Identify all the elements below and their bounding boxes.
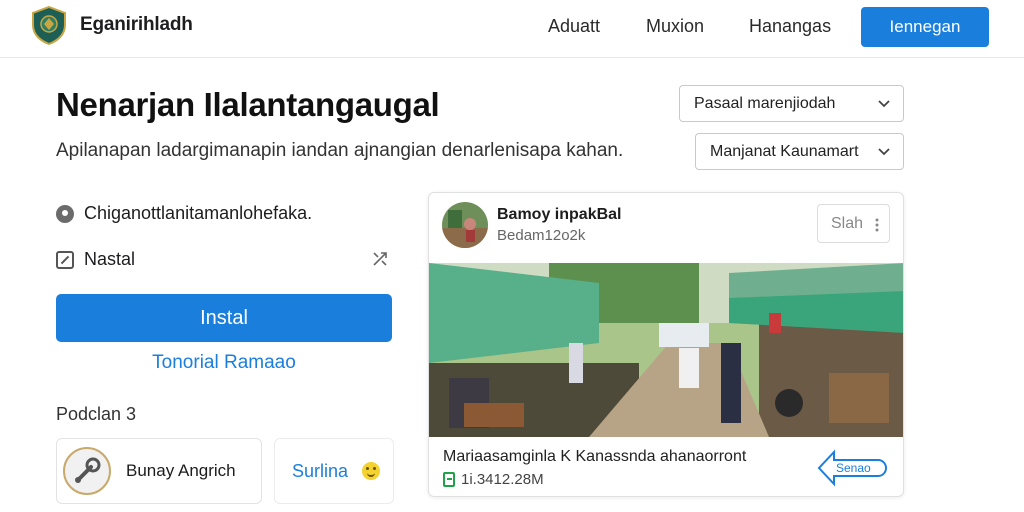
document-icon <box>443 472 455 487</box>
nav-link-1[interactable]: Aduatt <box>548 16 600 37</box>
install-button[interactable]: Instal <box>56 294 392 342</box>
secondary-select-value: Manjanat Kaunamart <box>710 143 859 160</box>
nav-link-3[interactable]: Hanangas <box>749 16 831 37</box>
post-caption: Mariaasamginla K Kanassnda ahanaorront <box>443 448 747 465</box>
info-row: Chiganottlanitamanlohefaka. <box>56 203 312 224</box>
header-primary-button[interactable]: Iennegan <box>861 7 989 47</box>
secondary-select-dropdown[interactable]: Manjanat Kaunamart <box>695 133 904 170</box>
post-card: Bamoy inpakBal Bedam12o2k Slah Mariaasam… <box>428 192 904 497</box>
contact-name: Bunay Angrich <box>126 461 236 480</box>
post-action-label: Slah <box>831 215 864 232</box>
reaction-label: Surlina <box>292 461 349 481</box>
share-label: Senao <box>836 461 871 475</box>
option-row-text: Nastal <box>84 249 136 269</box>
smiley-icon <box>362 462 380 480</box>
post-date-row: 1i.3412.28M <box>443 471 544 488</box>
chevron-down-icon <box>878 100 890 108</box>
shield-logo-icon[interactable] <box>29 5 69 45</box>
post-action-button[interactable]: Slah <box>817 204 890 243</box>
page-subtitle: Apilanapan ladargimanapin iandan ajnangi… <box>56 140 624 161</box>
post-photo-market-street <box>429 263 903 437</box>
more-options-icon[interactable] <box>875 217 879 233</box>
brand-name: Eganirihladh <box>80 14 193 35</box>
top-navigation-bar: Eganirihladh Aduatt Muxion Hanangas Ienn… <box>0 0 1024 58</box>
primary-select-dropdown[interactable]: Pasaal marenjiodah <box>679 85 904 122</box>
contact-card[interactable]: Bunay Angrich <box>56 438 262 504</box>
avatar <box>63 447 111 495</box>
chevron-down-icon <box>878 148 890 156</box>
page-title: Nenarjan Ilalantangaugal <box>56 86 440 123</box>
share-button[interactable]: Senao <box>816 448 888 488</box>
primary-select-value: Pasaal marenjiodah <box>694 95 836 112</box>
post-meta: Bedam12o2k <box>497 227 586 244</box>
post-author[interactable]: Bamoy inpakBal <box>497 206 621 224</box>
location-pin-icon <box>56 204 74 223</box>
edit-checkbox-icon[interactable] <box>56 250 74 269</box>
info-row-text: Chiganottlanitamanlohefaka. <box>84 203 313 223</box>
expand-arrows-icon[interactable] <box>371 250 389 268</box>
tutorial-link[interactable]: Tonorial Ramaao <box>56 352 392 374</box>
wrench-icon <box>75 457 101 483</box>
post-date: 1i.3412.28M <box>461 471 544 488</box>
avatar[interactable] <box>442 202 488 248</box>
option-row[interactable]: Nastal <box>56 249 135 270</box>
nav-link-2[interactable]: Muxion <box>646 16 704 37</box>
reaction-card[interactable]: Surlina <box>274 438 394 504</box>
section-label: Podclan 3 <box>56 404 137 424</box>
